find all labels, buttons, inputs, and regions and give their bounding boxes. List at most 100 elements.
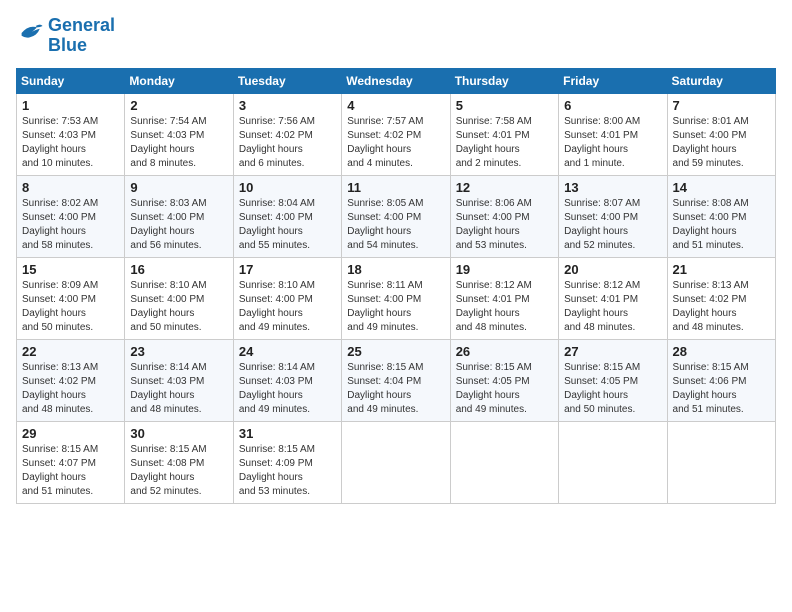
table-row: 25 Sunrise: 8:15 AMSunset: 4:04 PMDaylig… xyxy=(342,339,450,421)
day-number: 9 xyxy=(130,180,227,195)
calendar-row: 15 Sunrise: 8:09 AMSunset: 4:00 PMDaylig… xyxy=(17,257,776,339)
table-row: 29 Sunrise: 8:15 AMSunset: 4:07 PMDaylig… xyxy=(17,421,125,503)
logo-bird-icon xyxy=(16,19,44,47)
day-info: Sunrise: 7:57 AMSunset: 4:02 PMDaylight … xyxy=(347,115,444,171)
table-row: 27 Sunrise: 8:15 AMSunset: 4:05 PMDaylig… xyxy=(559,339,667,421)
day-info: Sunrise: 8:15 AMSunset: 4:07 PMDaylight … xyxy=(22,443,119,499)
day-info: Sunrise: 8:15 AMSunset: 4:05 PMDaylight … xyxy=(456,361,553,417)
day-number: 23 xyxy=(130,344,227,359)
page-header: General Blue xyxy=(16,16,776,56)
day-number: 10 xyxy=(239,180,336,195)
day-number: 8 xyxy=(22,180,119,195)
day-number: 2 xyxy=(130,98,227,113)
table-row: 15 Sunrise: 8:09 AMSunset: 4:00 PMDaylig… xyxy=(17,257,125,339)
day-info: Sunrise: 8:04 AMSunset: 4:00 PMDaylight … xyxy=(239,197,336,253)
day-info: Sunrise: 8:15 AMSunset: 4:06 PMDaylight … xyxy=(673,361,770,417)
table-row: 9 Sunrise: 8:03 AMSunset: 4:00 PMDayligh… xyxy=(125,175,233,257)
calendar-row: 1 Sunrise: 7:53 AMSunset: 4:03 PMDayligh… xyxy=(17,93,776,175)
table-row: 5 Sunrise: 7:58 AMSunset: 4:01 PMDayligh… xyxy=(450,93,558,175)
day-info: Sunrise: 8:13 AMSunset: 4:02 PMDaylight … xyxy=(22,361,119,417)
col-saturday: Saturday xyxy=(667,68,775,93)
table-row: 19 Sunrise: 8:12 AMSunset: 4:01 PMDaylig… xyxy=(450,257,558,339)
day-info: Sunrise: 8:05 AMSunset: 4:00 PMDaylight … xyxy=(347,197,444,253)
day-info: Sunrise: 8:10 AMSunset: 4:00 PMDaylight … xyxy=(239,279,336,335)
table-row: 3 Sunrise: 7:56 AMSunset: 4:02 PMDayligh… xyxy=(233,93,341,175)
day-number: 20 xyxy=(564,262,661,277)
table-row: 6 Sunrise: 8:00 AMSunset: 4:01 PMDayligh… xyxy=(559,93,667,175)
day-info: Sunrise: 7:58 AMSunset: 4:01 PMDaylight … xyxy=(456,115,553,171)
day-info: Sunrise: 8:07 AMSunset: 4:00 PMDaylight … xyxy=(564,197,661,253)
day-number: 3 xyxy=(239,98,336,113)
day-number: 5 xyxy=(456,98,553,113)
day-info: Sunrise: 8:09 AMSunset: 4:00 PMDaylight … xyxy=(22,279,119,335)
day-number: 12 xyxy=(456,180,553,195)
col-monday: Monday xyxy=(125,68,233,93)
table-row: 26 Sunrise: 8:15 AMSunset: 4:05 PMDaylig… xyxy=(450,339,558,421)
day-info: Sunrise: 8:02 AMSunset: 4:00 PMDaylight … xyxy=(22,197,119,253)
table-row xyxy=(450,421,558,503)
calendar-row: 22 Sunrise: 8:13 AMSunset: 4:02 PMDaylig… xyxy=(17,339,776,421)
table-row: 21 Sunrise: 8:13 AMSunset: 4:02 PMDaylig… xyxy=(667,257,775,339)
calendar-table: Sunday Monday Tuesday Wednesday Thursday… xyxy=(16,68,776,504)
day-info: Sunrise: 8:10 AMSunset: 4:00 PMDaylight … xyxy=(130,279,227,335)
day-number: 30 xyxy=(130,426,227,441)
day-number: 22 xyxy=(22,344,119,359)
day-number: 26 xyxy=(456,344,553,359)
day-number: 11 xyxy=(347,180,444,195)
day-number: 31 xyxy=(239,426,336,441)
table-row: 8 Sunrise: 8:02 AMSunset: 4:00 PMDayligh… xyxy=(17,175,125,257)
day-info: Sunrise: 8:15 AMSunset: 4:09 PMDaylight … xyxy=(239,443,336,499)
day-number: 19 xyxy=(456,262,553,277)
day-number: 16 xyxy=(130,262,227,277)
day-info: Sunrise: 8:08 AMSunset: 4:00 PMDaylight … xyxy=(673,197,770,253)
day-number: 4 xyxy=(347,98,444,113)
calendar-row: 29 Sunrise: 8:15 AMSunset: 4:07 PMDaylig… xyxy=(17,421,776,503)
day-number: 28 xyxy=(673,344,770,359)
day-number: 29 xyxy=(22,426,119,441)
day-info: Sunrise: 8:06 AMSunset: 4:00 PMDaylight … xyxy=(456,197,553,253)
logo: General Blue xyxy=(16,16,115,56)
day-info: Sunrise: 8:13 AMSunset: 4:02 PMDaylight … xyxy=(673,279,770,335)
day-number: 13 xyxy=(564,180,661,195)
day-number: 18 xyxy=(347,262,444,277)
col-sunday: Sunday xyxy=(17,68,125,93)
calendar-row: 8 Sunrise: 8:02 AMSunset: 4:00 PMDayligh… xyxy=(17,175,776,257)
day-info: Sunrise: 8:14 AMSunset: 4:03 PMDaylight … xyxy=(130,361,227,417)
table-row: 20 Sunrise: 8:12 AMSunset: 4:01 PMDaylig… xyxy=(559,257,667,339)
table-row: 1 Sunrise: 7:53 AMSunset: 4:03 PMDayligh… xyxy=(17,93,125,175)
table-row: 22 Sunrise: 8:13 AMSunset: 4:02 PMDaylig… xyxy=(17,339,125,421)
table-row: 2 Sunrise: 7:54 AMSunset: 4:03 PMDayligh… xyxy=(125,93,233,175)
table-row: 17 Sunrise: 8:10 AMSunset: 4:00 PMDaylig… xyxy=(233,257,341,339)
day-info: Sunrise: 8:12 AMSunset: 4:01 PMDaylight … xyxy=(564,279,661,335)
day-number: 1 xyxy=(22,98,119,113)
day-info: Sunrise: 8:11 AMSunset: 4:00 PMDaylight … xyxy=(347,279,444,335)
table-row: 31 Sunrise: 8:15 AMSunset: 4:09 PMDaylig… xyxy=(233,421,341,503)
day-info: Sunrise: 7:56 AMSunset: 4:02 PMDaylight … xyxy=(239,115,336,171)
day-number: 21 xyxy=(673,262,770,277)
table-row: 16 Sunrise: 8:10 AMSunset: 4:00 PMDaylig… xyxy=(125,257,233,339)
logo-text: General Blue xyxy=(48,16,115,56)
day-info: Sunrise: 7:54 AMSunset: 4:03 PMDaylight … xyxy=(130,115,227,171)
table-row: 23 Sunrise: 8:14 AMSunset: 4:03 PMDaylig… xyxy=(125,339,233,421)
day-info: Sunrise: 8:14 AMSunset: 4:03 PMDaylight … xyxy=(239,361,336,417)
day-number: 27 xyxy=(564,344,661,359)
day-info: Sunrise: 7:53 AMSunset: 4:03 PMDaylight … xyxy=(22,115,119,171)
header-row: Sunday Monday Tuesday Wednesday Thursday… xyxy=(17,68,776,93)
day-number: 14 xyxy=(673,180,770,195)
table-row: 28 Sunrise: 8:15 AMSunset: 4:06 PMDaylig… xyxy=(667,339,775,421)
col-friday: Friday xyxy=(559,68,667,93)
day-info: Sunrise: 8:12 AMSunset: 4:01 PMDaylight … xyxy=(456,279,553,335)
table-row: 10 Sunrise: 8:04 AMSunset: 4:00 PMDaylig… xyxy=(233,175,341,257)
day-info: Sunrise: 8:03 AMSunset: 4:00 PMDaylight … xyxy=(130,197,227,253)
day-number: 15 xyxy=(22,262,119,277)
day-info: Sunrise: 8:15 AMSunset: 4:04 PMDaylight … xyxy=(347,361,444,417)
table-row: 18 Sunrise: 8:11 AMSunset: 4:00 PMDaylig… xyxy=(342,257,450,339)
day-number: 7 xyxy=(673,98,770,113)
table-row: 24 Sunrise: 8:14 AMSunset: 4:03 PMDaylig… xyxy=(233,339,341,421)
day-info: Sunrise: 8:00 AMSunset: 4:01 PMDaylight … xyxy=(564,115,661,171)
col-tuesday: Tuesday xyxy=(233,68,341,93)
table-row: 7 Sunrise: 8:01 AMSunset: 4:00 PMDayligh… xyxy=(667,93,775,175)
table-row: 11 Sunrise: 8:05 AMSunset: 4:00 PMDaylig… xyxy=(342,175,450,257)
day-number: 25 xyxy=(347,344,444,359)
table-row: 4 Sunrise: 7:57 AMSunset: 4:02 PMDayligh… xyxy=(342,93,450,175)
